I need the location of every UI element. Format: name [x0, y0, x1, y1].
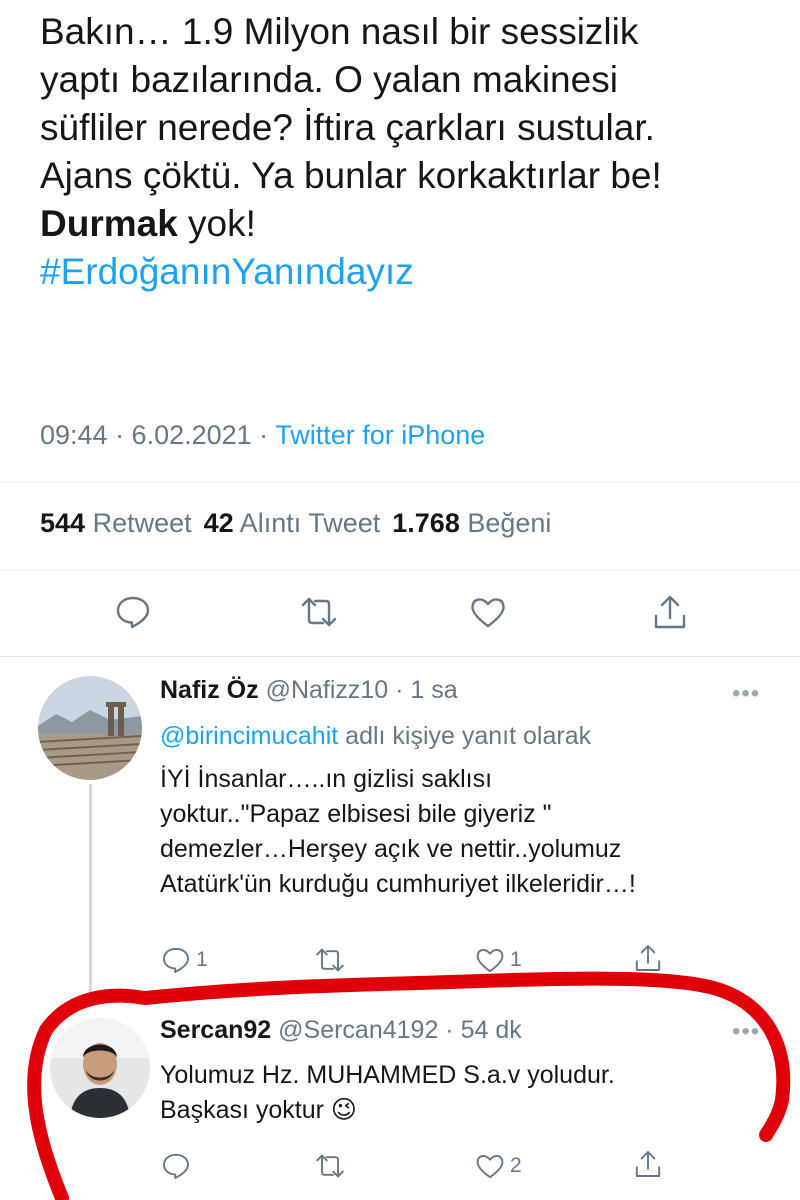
heart-icon	[476, 949, 504, 973]
reply-line: Yolumuz Hz. MUHAMMED S.a.v yoludur.	[160, 1061, 615, 1089]
share-button[interactable]	[632, 1148, 664, 1180]
retweet-icon	[316, 1154, 344, 1178]
tweet-line: süfliler nerede? İftira çarkları sustula…	[40, 107, 655, 148]
share-icon	[635, 945, 661, 971]
reply-bubble-icon	[116, 596, 150, 629]
reply-button[interactable]	[160, 1150, 192, 1182]
tweet-source-link[interactable]: Twitter for iPhone	[275, 420, 485, 450]
reply-bubble-icon	[163, 947, 189, 973]
more-options-icon[interactable]: •••	[732, 1018, 760, 1046]
tweet-line: yaptı bazılarında. O yalan makinesi	[40, 59, 618, 100]
reply-header: Nafiz Öz @Nafizz10 · 1 sa	[160, 676, 458, 705]
retweet-button[interactable]	[299, 592, 339, 632]
bold-word: Durmak	[40, 203, 178, 244]
retweet-button[interactable]	[314, 944, 346, 976]
reply-bubble-icon	[163, 1153, 189, 1179]
heart-icon	[471, 598, 505, 628]
like-button[interactable]	[468, 592, 508, 632]
share-icon	[654, 595, 686, 629]
avatar[interactable]	[38, 676, 142, 780]
like-count: 2	[510, 1154, 522, 1177]
like-button[interactable]	[474, 1150, 506, 1182]
retweet-button[interactable]	[314, 1150, 346, 1182]
divider	[0, 482, 800, 483]
handle-time: @Nafizz10 · 1 sa	[258, 676, 458, 704]
display-name[interactable]: Sercan92	[160, 1016, 271, 1044]
hashtag-link[interactable]: #ErdoğanınYanındayız	[40, 248, 780, 296]
display-name[interactable]: Nafiz Öz	[160, 676, 259, 704]
reply-count: 1	[196, 948, 208, 971]
person-photo-icon	[50, 1018, 150, 1118]
reply-line: demezler…Herşey açık ve nettir..yolumuz	[160, 835, 622, 863]
tweet-line: Bakın… 1.9 Milyon nasıl bir sessizlik	[40, 11, 639, 52]
reply-line: İYİ İnsanlar…..ın gizlisi saklısı	[160, 765, 493, 793]
tweet-stats: 544 Retweet 42 Alıntı Tweet 1.768 Beğeni	[40, 508, 551, 539]
handle-time: @Sercan4192 · 54 dk	[271, 1016, 522, 1044]
tweet-line: Ajans çöktü. Ya bunlar korkaktırlar be!	[40, 155, 662, 196]
heart-icon	[476, 1155, 504, 1179]
tweet-timestamp: 09:44 · 6.02.2021 · Twitter for iPhone	[40, 420, 485, 451]
tweet-line-rest: yok!	[177, 203, 256, 244]
tweet-text: Bakın… 1.9 Milyon nasıl bir sessizlik ya…	[40, 8, 780, 296]
reply-line: Başkası yoktur 😉	[160, 1096, 357, 1124]
retweet-icon	[316, 948, 344, 972]
share-icon	[635, 1151, 661, 1177]
retweet-icon	[301, 597, 337, 627]
reply-line: yoktur.."Papaz elbisesi bile giyeriz "	[160, 800, 552, 828]
reply-context-text: adlı kişiye yanıt olarak	[338, 722, 592, 750]
reply-text: Yolumuz Hz. MUHAMMED S.a.v yoludur. Başk…	[160, 1058, 615, 1128]
quote-stat[interactable]: 42 Alıntı Tweet	[204, 508, 381, 538]
divider	[0, 570, 800, 571]
like-stat[interactable]: 1.768 Beğeni	[392, 508, 551, 538]
landscape-photo-icon	[38, 676, 142, 780]
share-button[interactable]	[632, 942, 664, 974]
reply-context: @birincimucahit adlı kişiye yanıt olarak	[160, 722, 591, 751]
tweet-time-date: 09:44 · 6.02.2021 ·	[40, 420, 276, 450]
thread-line	[89, 784, 92, 1000]
more-options-icon[interactable]: •••	[732, 680, 760, 708]
retweet-stat[interactable]: 544 Retweet	[40, 508, 192, 538]
avatar[interactable]	[50, 1018, 150, 1118]
reply-line: Atatürk'ün kurduğu cumhuriyet ilkeleridi…	[160, 870, 636, 898]
like-button[interactable]	[474, 944, 506, 976]
reply-button[interactable]	[160, 944, 192, 976]
reply-text: İYİ İnsanlar…..ın gizlisi saklısı yoktur…	[160, 762, 636, 902]
reply-header: Sercan92 @Sercan4192 · 54 dk	[160, 1016, 522, 1045]
mention-link[interactable]: @birincimucahit	[160, 722, 338, 750]
divider	[0, 656, 800, 657]
share-button[interactable]	[650, 592, 690, 632]
winking-face-emoji: 😉	[330, 1096, 357, 1124]
reply-button[interactable]	[113, 592, 153, 632]
tweet-line: Durmak yok!	[40, 200, 780, 248]
like-count: 1	[510, 948, 522, 971]
